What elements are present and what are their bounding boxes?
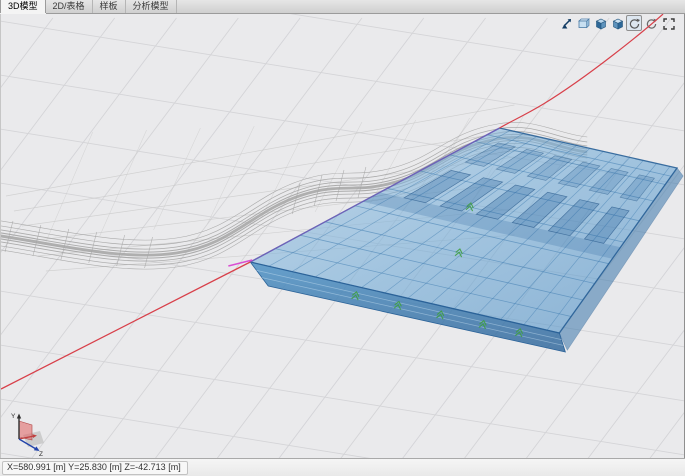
tab-analysis-model[interactable]: 分析模型 <box>126 0 177 13</box>
orbit-button[interactable] <box>643 15 659 31</box>
z-axis-label: Z <box>39 451 43 456</box>
view-iso-b-button[interactable] <box>609 15 625 31</box>
tab-2d-tables[interactable]: 2D/表格 <box>46 0 93 13</box>
bridge-deck-model <box>250 128 683 352</box>
view-iso-a-icon <box>594 17 607 30</box>
orbit-toggle-icon <box>628 17 641 30</box>
status-bar: X=580.991 [m] Y=25.830 [m] Z=-42.713 [m] <box>0 458 685 476</box>
view-iso-b-icon <box>611 17 624 30</box>
axis-triad[interactable]: Y Z <box>5 408 49 456</box>
zoom-extents-button[interactable] <box>660 15 676 31</box>
tab-template[interactable]: 样板 <box>93 0 126 13</box>
view-tab-bar: 3D模型 2D/表格 样板 分析模型 <box>0 0 685 14</box>
fit-view-icon <box>560 17 573 30</box>
3d-viewport[interactable]: Y Z <box>0 14 685 459</box>
orbit-toggle-button[interactable] <box>626 15 642 31</box>
zoom-extents-icon <box>662 17 675 30</box>
y-axis-arrow <box>17 414 21 419</box>
3d-scene-canvas[interactable] <box>1 14 684 459</box>
orbit-icon <box>645 17 658 30</box>
tab-3d-model[interactable]: 3D模型 <box>0 0 46 13</box>
view-top-button[interactable] <box>575 15 591 31</box>
view-iso-a-button[interactable] <box>592 15 608 31</box>
view-toolbar <box>558 15 676 31</box>
y-axis-label: Y <box>11 413 16 420</box>
fit-view-button[interactable] <box>558 15 574 31</box>
view-top-icon <box>577 17 590 30</box>
cursor-coordinates: X=580.991 [m] Y=25.830 [m] Z=-42.713 [m] <box>2 461 188 475</box>
